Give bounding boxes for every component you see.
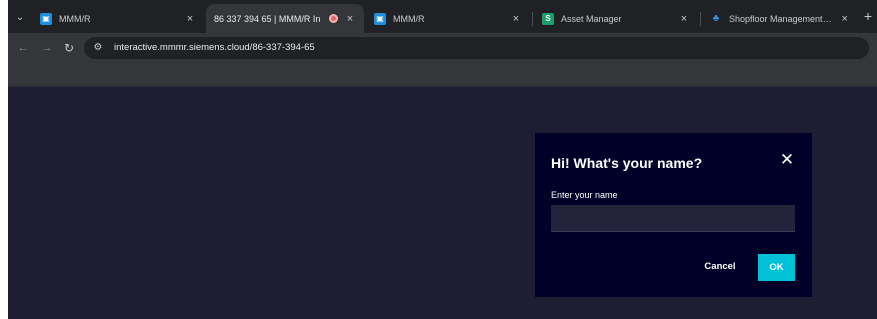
tab-separator [532,12,533,26]
new-tab-icon[interactable]: + [860,8,876,24]
tab-meeting-active[interactable]: 86 337 394 65 | MMM/R In × [206,4,364,33]
tab-mmmr-1[interactable]: ▣ MMM/R × [32,4,204,33]
tab-asset-manager[interactable]: S Asset Manager × [534,4,698,33]
name-dialog: Hi! What's your name? ✕ Enter your name … [535,133,812,297]
tab-separator [700,12,701,26]
tab-close-icon[interactable]: × [344,13,356,25]
tab-strip: ⌄ ▣ MMM/R × 86 337 394 65 | MMM/R In × ▣… [8,0,877,33]
mmm-favicon-icon: ▣ [40,12,52,25]
name-input[interactable] [551,205,795,232]
recording-indicator-icon [329,14,338,23]
tab-search-icon[interactable]: ⌄ [12,9,28,25]
s-favicon-icon: S [542,12,554,25]
tab-close-icon[interactable]: × [184,13,196,25]
tab-close-icon[interactable]: × [510,13,522,25]
name-field-label: Enter your name [551,190,618,200]
browser-window: ⌄ ▣ MMM/R × 86 337 394 65 | MMM/R In × ▣… [8,0,877,319]
tab-title: Asset Manager [561,13,622,24]
tab-title: 86 337 394 65 | MMM/R In [214,13,321,24]
bookmarks-bar [8,63,877,87]
tab-title: Shopfloor Management Applic [729,13,834,24]
address-bar[interactable]: ⚙ interactive.mmmr.siemens.cloud/86-337-… [84,37,869,59]
tab-shopfloor[interactable]: ♣ Shopfloor Management Applic × [702,4,858,33]
page-content: Hi! What's your name? ✕ Enter your name … [8,87,877,319]
forward-arrow-icon[interactable]: → [40,41,54,55]
reload-icon[interactable]: ↻ [62,41,76,55]
browser-toolbar: ← → ↻ ⚙ interactive.mmmr.siemens.cloud/8… [8,33,877,63]
tab-title: MMM/R [59,13,91,24]
tab-title: MMM/R [393,13,425,24]
mmm-favicon-icon: ▣ [374,12,386,25]
site-info-icon[interactable]: ⚙ [92,42,104,54]
dialog-title: Hi! What's your name? [551,155,703,171]
cancel-button[interactable]: Cancel [695,254,745,280]
ok-button[interactable]: OK [758,254,795,281]
back-arrow-icon[interactable]: ← [16,41,30,55]
tab-close-icon[interactable]: × [678,13,690,25]
shopfloor-favicon-icon: ♣ [712,13,720,24]
close-icon[interactable]: ✕ [779,151,795,168]
tab-close-icon[interactable]: × [840,13,850,25]
url-text: interactive.mmmr.siemens.cloud/86-337-39… [114,42,315,53]
tab-mmmr-2[interactable]: ▣ MMM/R × [366,4,530,33]
